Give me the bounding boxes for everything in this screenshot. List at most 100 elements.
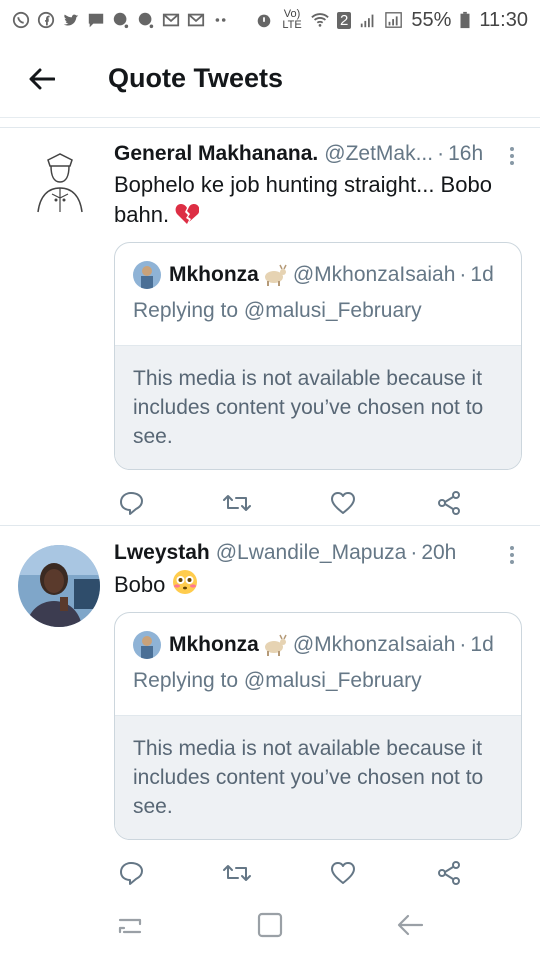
separator-dot: · [459,633,467,656]
whatsapp-icon [12,11,30,29]
quoted-tweet[interactable]: Mkhonza @MkhonzaIsaiah · 1d Replying to … [114,612,522,840]
reply-button[interactable] [116,858,146,888]
like-button[interactable] [328,858,358,888]
heart-icon [331,862,355,884]
heart-icon [331,492,355,514]
avatar[interactable] [18,545,100,627]
recents-icon [118,918,142,934]
tweet-body: General Makhanana. @ZetMak... · 16h Boph… [114,142,522,518]
recents-button[interactable] [110,905,150,945]
battery-icon [460,11,470,29]
status-bar: Vo) LTE 2 55% 11:30 [0,0,540,40]
reply-mention: @malusi_February [243,669,422,692]
retweet-button[interactable] [222,488,252,518]
retweet-button[interactable] [222,858,252,888]
system-navigation-bar [0,890,540,960]
separator-dot: · [437,142,445,165]
reply-mention: @malusi_February [243,299,422,322]
quoted-author-name: Mkhonza [169,263,259,286]
clock: 11:30 [479,8,528,31]
tweet-time[interactable]: 20h [421,541,456,565]
home-button[interactable] [250,905,290,945]
more-options-button[interactable] [502,543,522,567]
tweet-header: Lweystah @Lwandile_Mapuza · 20h [114,541,522,565]
quoted-author-handle: @MkhonzaIsaiah [292,263,456,286]
system-indicators: Vo) LTE 2 55% 11:30 [255,9,528,32]
divider [0,118,540,128]
author-name[interactable]: Lweystah [114,541,210,565]
chat-bubble-icon [113,12,129,29]
more-notifications-icon [215,18,226,22]
message-icon [88,13,104,28]
broken-heart-icon [175,204,200,224]
replying-to-label: Replying to [133,669,239,692]
tweet-body: Lweystah @Lwandile_Mapuza · 20h Bobo Mkh… [114,541,522,888]
signal-icon [361,14,374,28]
author-handle[interactable]: @Lwandile_Mapuza [216,541,407,565]
retweet-icon [223,495,251,511]
tweet-header: General Makhanana. @ZetMak... · 16h [114,142,522,166]
replying-to: Replying to @malusi_February [115,659,521,715]
like-button[interactable] [328,488,358,518]
quoted-tweet-time: 1d [470,263,494,286]
reply-icon [120,862,143,885]
tweet-text-content: Bobo [114,572,166,597]
quoted-tweet-header: Mkhonza @MkhonzaIsaiah · 1d [115,243,521,289]
replying-to-label: Replying to [133,299,239,322]
volte-indicator: Vo) LTE [282,8,302,31]
avatar-sketch-image [18,142,100,224]
signal-icon-2 [385,12,403,28]
twitter-icon [63,14,79,26]
back-button[interactable] [0,40,84,118]
share-icon [438,861,460,885]
quoted-avatar [133,261,161,289]
goat-icon [264,634,287,656]
quoted-author-handle: @MkhonzaIsaiah [292,633,456,656]
author-name[interactable]: General Makhanana. [114,142,318,166]
quoted-tweet-header: Mkhonza @MkhonzaIsaiah · 1d [115,613,521,659]
reply-icon [120,492,143,515]
tweet-text: Bobo [114,569,522,600]
tweet-item[interactable]: Lweystah @Lwandile_Mapuza · 20h Bobo Mkh… [0,527,540,890]
media-unavailable-notice: This media is not available because it i… [115,345,521,469]
tweet-item[interactable]: General Makhanana. @ZetMak... · 16h Boph… [0,128,540,526]
home-icon [257,912,283,938]
header: Quote Tweets [0,40,540,118]
quoted-avatar [133,631,161,659]
author-handle[interactable]: @ZetMak... [324,142,433,166]
retweet-icon [223,865,251,881]
tweet-actions [114,858,464,888]
tweet-text: Bophelo ke job hunting straight... Bobo … [114,170,522,230]
reply-button[interactable] [116,488,146,518]
goat-icon [264,264,287,286]
arrow-left-icon [29,68,55,89]
sim-badge: 2 [337,11,352,29]
quoted-author-name: Mkhonza [169,633,259,656]
share-icon [438,491,460,515]
share-button[interactable] [434,858,464,888]
avatar[interactable] [18,142,100,224]
separator-dot: · [459,263,467,286]
avatar-photo-image [18,545,100,627]
chat-bubble-icon-2 [138,12,154,29]
system-back-button[interactable] [390,905,430,945]
quoted-tweet-time: 1d [470,633,494,656]
replying-to: Replying to @malusi_February [115,289,521,345]
notification-icons [12,11,230,29]
tweet-text-content: Bophelo ke job hunting straight... Bobo … [114,172,492,227]
battery-percent: 55% [411,8,452,31]
gmail-icon [162,13,180,27]
quoted-tweet[interactable]: Mkhonza @MkhonzaIsaiah · 1d Replying to … [114,242,522,470]
more-options-button[interactable] [502,144,522,168]
facebook-icon [37,11,55,29]
alarm-icon [257,14,271,28]
tweet-actions [114,488,464,518]
flushed-face-icon [172,570,197,594]
page-title: Quote Tweets [108,63,284,93]
gmail-icon-2 [187,13,205,27]
back-arrow-icon [397,914,424,936]
media-unavailable-notice: This media is not available because it i… [115,715,521,839]
tweet-time[interactable]: 16h [448,142,483,166]
separator-dot: · [410,541,418,564]
share-button[interactable] [434,488,464,518]
